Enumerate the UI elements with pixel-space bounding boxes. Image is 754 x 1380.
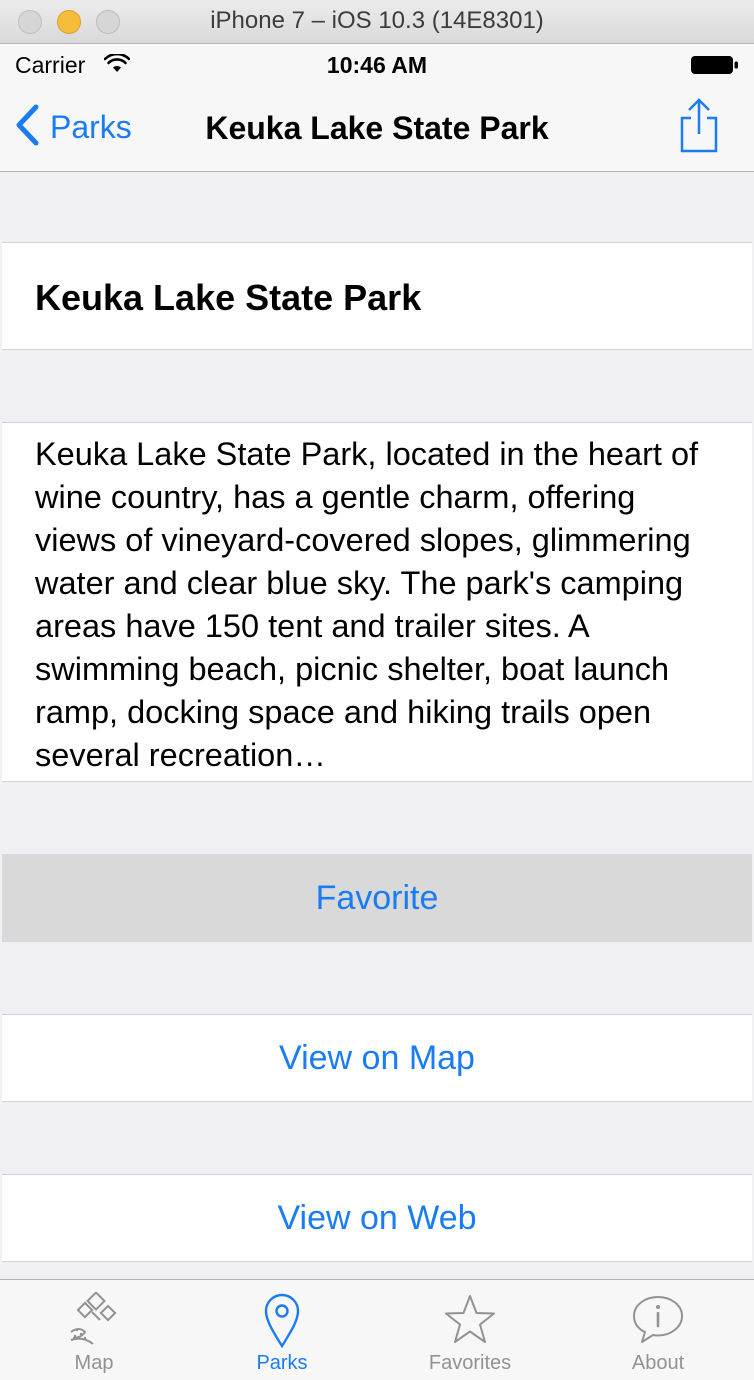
nav-title: Keuka Lake State Park xyxy=(205,110,549,146)
view-on-map-button[interactable]: View on Map xyxy=(2,1014,752,1102)
tab-map[interactable]: Map xyxy=(0,1280,188,1380)
navigation-bar: Parks Keuka Lake State Park xyxy=(0,84,754,172)
share-icon xyxy=(676,98,722,158)
tab-bar: Map Parks Favorites About xyxy=(0,1279,754,1380)
favorite-button[interactable]: Favorite xyxy=(2,854,752,942)
park-name: Keuka Lake State Park xyxy=(35,277,422,318)
tab-parks[interactable]: Parks xyxy=(188,1280,376,1380)
status-time: 10:46 AM xyxy=(326,52,428,78)
window-title-bar: iPhone 7 – iOS 10.3 (14E8301) xyxy=(0,0,754,44)
tab-favorites[interactable]: Favorites xyxy=(376,1280,564,1380)
tab-parks-label: Parks xyxy=(256,1352,308,1374)
window-title: iPhone 7 – iOS 10.3 (14E8301) xyxy=(210,7,544,34)
park-description: Keuka Lake State Park, located in the he… xyxy=(35,436,699,773)
simulator-window: iPhone 7 – iOS 10.3 (14E8301) Carrier 10… xyxy=(0,0,754,1380)
tab-favorites-label: Favorites xyxy=(428,1352,512,1374)
battery-icon xyxy=(690,54,740,81)
park-title-cell: Keuka Lake State Park xyxy=(2,242,752,350)
status-bar: Carrier 10:46 AM xyxy=(0,44,754,84)
tab-about[interactable]: About xyxy=(564,1280,752,1380)
view-on-web-button[interactable]: View on Web xyxy=(2,1174,752,1262)
park-description-cell: Keuka Lake State Park, located in the he… xyxy=(2,422,752,782)
tab-about-label: About xyxy=(631,1352,685,1374)
tab-map-label: Map xyxy=(74,1352,114,1374)
share-button[interactable] xyxy=(676,98,722,159)
